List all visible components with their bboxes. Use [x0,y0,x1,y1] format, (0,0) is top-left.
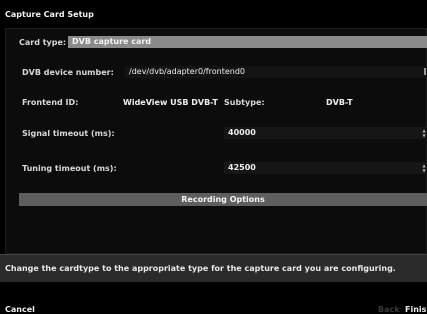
help-bar: Change the cardtype to the appropriate t… [0,254,427,282]
signal-timeout-value: 40000 [228,128,256,137]
dropdown-indicator-icon [424,68,426,75]
frontend-id-label: Frontend ID: [22,98,79,107]
window-title: Capture Card Setup [5,10,94,19]
recording-options-button[interactable]: Recording Options [19,193,427,206]
tuning-timeout-label: Tuning timeout (ms): [22,164,117,173]
subtype-value: DVB-T [326,98,353,107]
card-type-select[interactable]: DVB capture card [68,36,427,48]
tuning-timeout-spinbox[interactable]: 42500 ▲ ▼ [224,162,427,174]
card-type-value: DVB capture card [72,37,152,46]
recording-options-label: Recording Options [181,195,265,204]
title-bar: Capture Card Setup [0,0,427,27]
settings-panel [5,28,427,254]
tuning-timeout-value: 42500 [228,163,256,172]
card-type-label: Card type: [19,38,67,47]
dvb-device-label: DVB device number: [22,68,114,77]
help-text: Change the cardtype to the appropriate t… [5,264,396,273]
spin-arrows-icon[interactable]: ▲ ▼ [422,128,426,138]
signal-timeout-spinbox[interactable]: 40000 ▲ ▼ [224,127,427,139]
frontend-id-value: WideView USB DVB-T [123,98,218,107]
dvb-device-value: /dev/dvb/adapter0/frontend0 [129,67,245,76]
spin-arrows-icon[interactable]: ▲ ▼ [422,163,426,173]
subtype-label: Subtype: [224,98,265,107]
button-bar: Cancel Back Finis [0,282,427,314]
signal-timeout-label: Signal timeout (ms): [22,129,115,138]
dvb-device-select[interactable]: /dev/dvb/adapter0/frontend0 [125,66,427,78]
